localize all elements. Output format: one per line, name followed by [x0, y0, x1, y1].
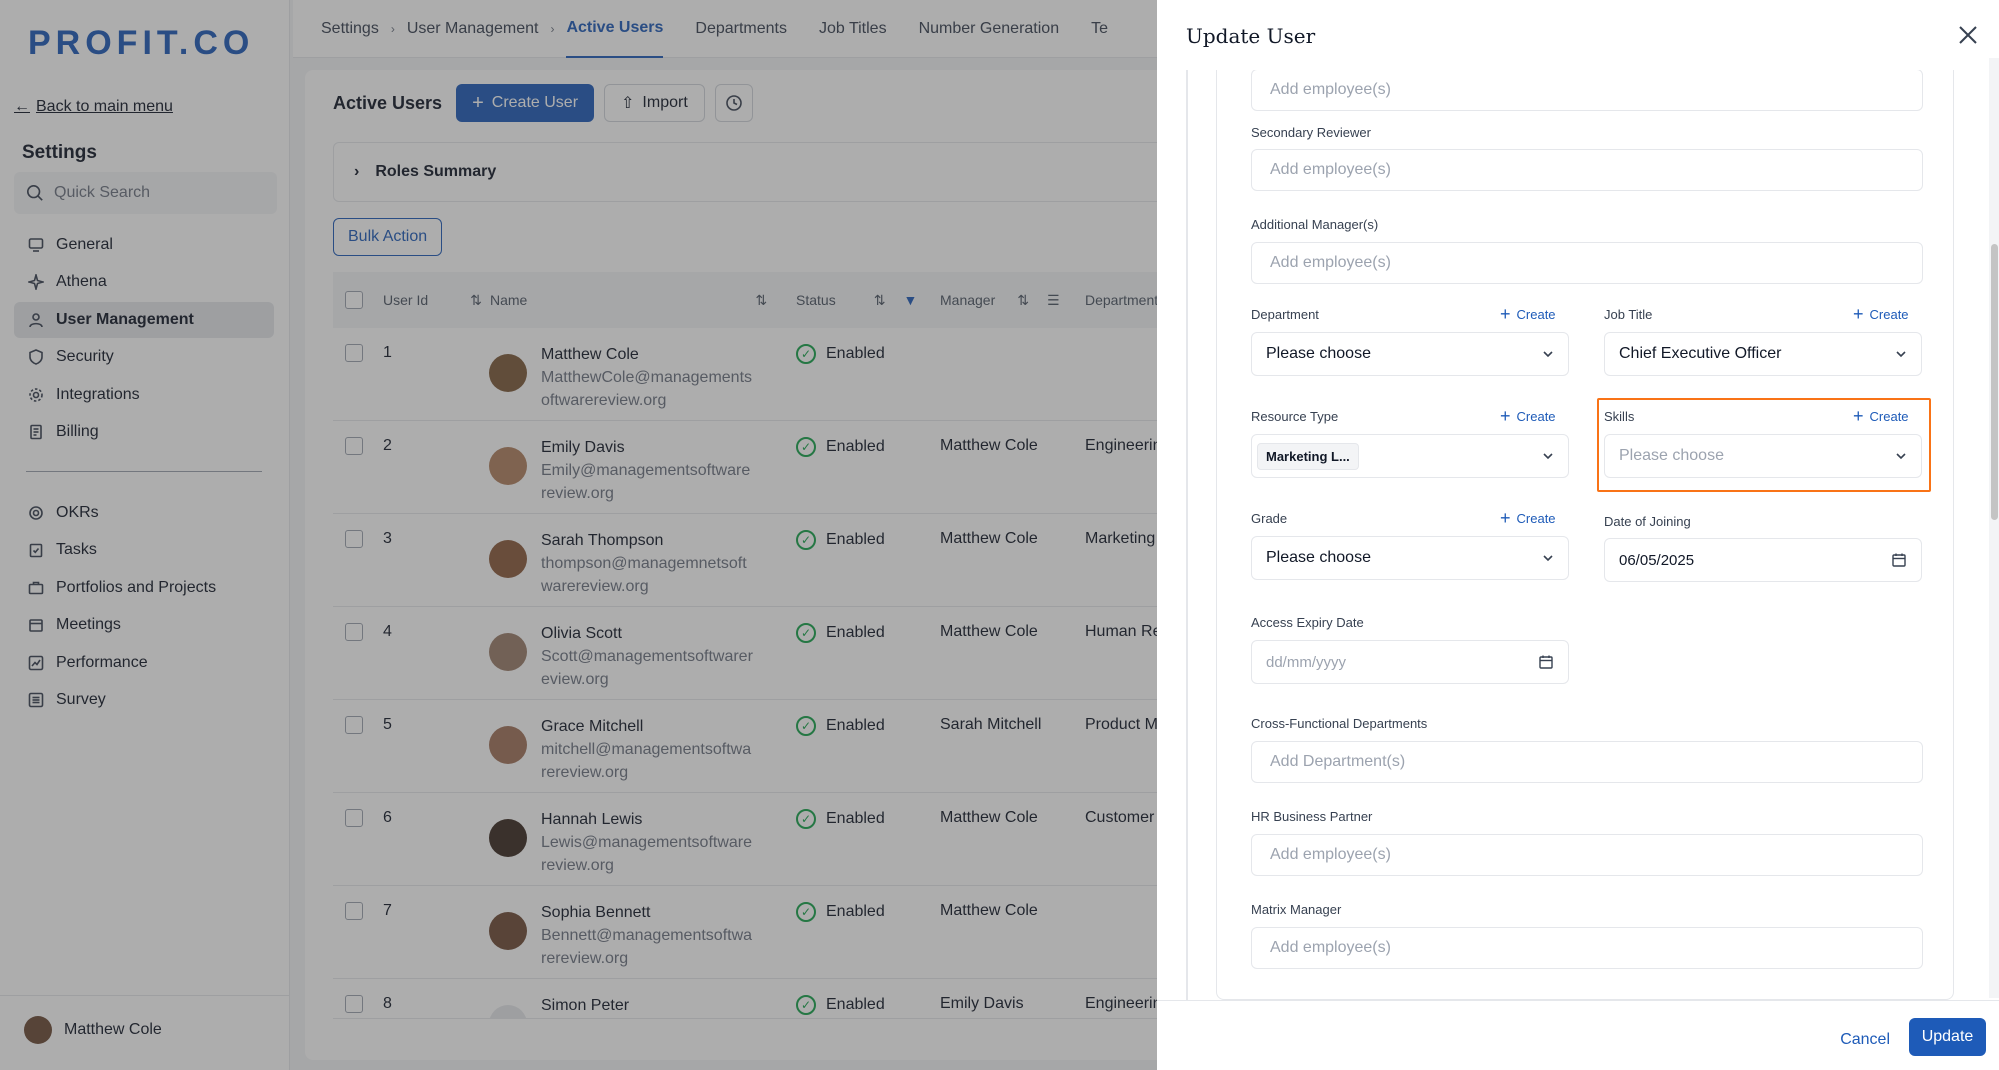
calendar-icon[interactable] [1891, 552, 1907, 568]
plus-icon: + [1500, 406, 1511, 426]
cancel-button[interactable]: Cancel [1840, 1021, 1890, 1059]
matrix-manager-input[interactable]: Add employee(s) [1251, 927, 1923, 969]
create-resource-type-link[interactable]: + Create [1500, 406, 1556, 426]
modal-backdrop[interactable] [0, 0, 1157, 1070]
close-icon[interactable] [1955, 22, 1981, 48]
form-scroll-area[interactable]: Add employee(s) Secondary Reviewer Add e… [1186, 70, 1966, 1000]
drawer-title: Update User [1186, 24, 1316, 48]
matrix-manager-label: Matrix Manager [1251, 902, 1342, 917]
skills-select[interactable]: Please choose [1604, 434, 1922, 478]
plus-icon: + [1853, 304, 1864, 324]
create-skills-link[interactable]: + Create [1853, 406, 1909, 426]
date-of-joining-label: Date of Joining [1604, 514, 1691, 529]
cross-functional-label: Cross-Functional Departments [1251, 716, 1428, 731]
cross-functional-input[interactable]: Add Department(s) [1251, 741, 1923, 783]
secondary-reviewer-input[interactable]: Add employee(s) [1251, 149, 1923, 191]
chevron-down-icon [1543, 555, 1553, 562]
date-of-joining-input[interactable]: 06/05/2025 [1604, 538, 1922, 582]
drawer-footer: Cancel Update [1157, 1000, 1999, 1070]
job-title-label: Job Title [1604, 307, 1653, 322]
resource-type-select[interactable]: Marketing L... [1251, 434, 1569, 478]
update-user-drawer: Update User Add employee(s) Secondary Re… [1157, 0, 1999, 1070]
drawer-scrollbar[interactable] [1989, 58, 1999, 998]
access-expiry-input[interactable]: dd/mm/yyyy [1251, 640, 1569, 684]
calendar-icon[interactable] [1538, 654, 1554, 670]
resource-type-chip[interactable]: Marketing L... [1257, 442, 1359, 470]
user-form: Add employee(s) Secondary Reviewer Add e… [1216, 70, 1954, 1000]
create-department-link[interactable]: + Create [1500, 304, 1556, 324]
scroll-thumb[interactable] [1991, 244, 1998, 520]
plus-icon: + [1853, 406, 1864, 426]
create-job-title-link[interactable]: + Create [1853, 304, 1909, 324]
chevron-down-icon [1543, 351, 1553, 358]
grade-select[interactable]: Please choose [1251, 536, 1569, 580]
plus-icon: + [1500, 508, 1511, 528]
hr-partner-input[interactable]: Add employee(s) [1251, 834, 1923, 876]
additional-managers-input[interactable]: Add employee(s) [1251, 242, 1923, 284]
create-grade-link[interactable]: + Create [1500, 508, 1556, 528]
department-label: Department [1251, 307, 1319, 322]
update-button[interactable]: Update [1909, 1018, 1986, 1056]
grade-label: Grade [1251, 511, 1288, 526]
chevron-down-icon [1896, 351, 1906, 358]
department-select[interactable]: Please choose [1251, 332, 1569, 376]
job-title-select[interactable]: Chief Executive Officer [1604, 332, 1922, 376]
additional-managers-label: Additional Manager(s) [1251, 217, 1379, 232]
plus-icon: + [1500, 304, 1511, 324]
resource-type-label: Resource Type [1251, 409, 1339, 424]
chevron-down-icon [1543, 453, 1553, 460]
skills-label: Skills [1604, 409, 1635, 424]
access-expiry-label: Access Expiry Date [1251, 615, 1364, 630]
reviewer-input[interactable]: Add employee(s) [1251, 70, 1923, 111]
chevron-down-icon [1896, 453, 1906, 460]
secondary-reviewer-label: Secondary Reviewer [1251, 125, 1371, 140]
hr-partner-label: HR Business Partner [1251, 809, 1373, 824]
